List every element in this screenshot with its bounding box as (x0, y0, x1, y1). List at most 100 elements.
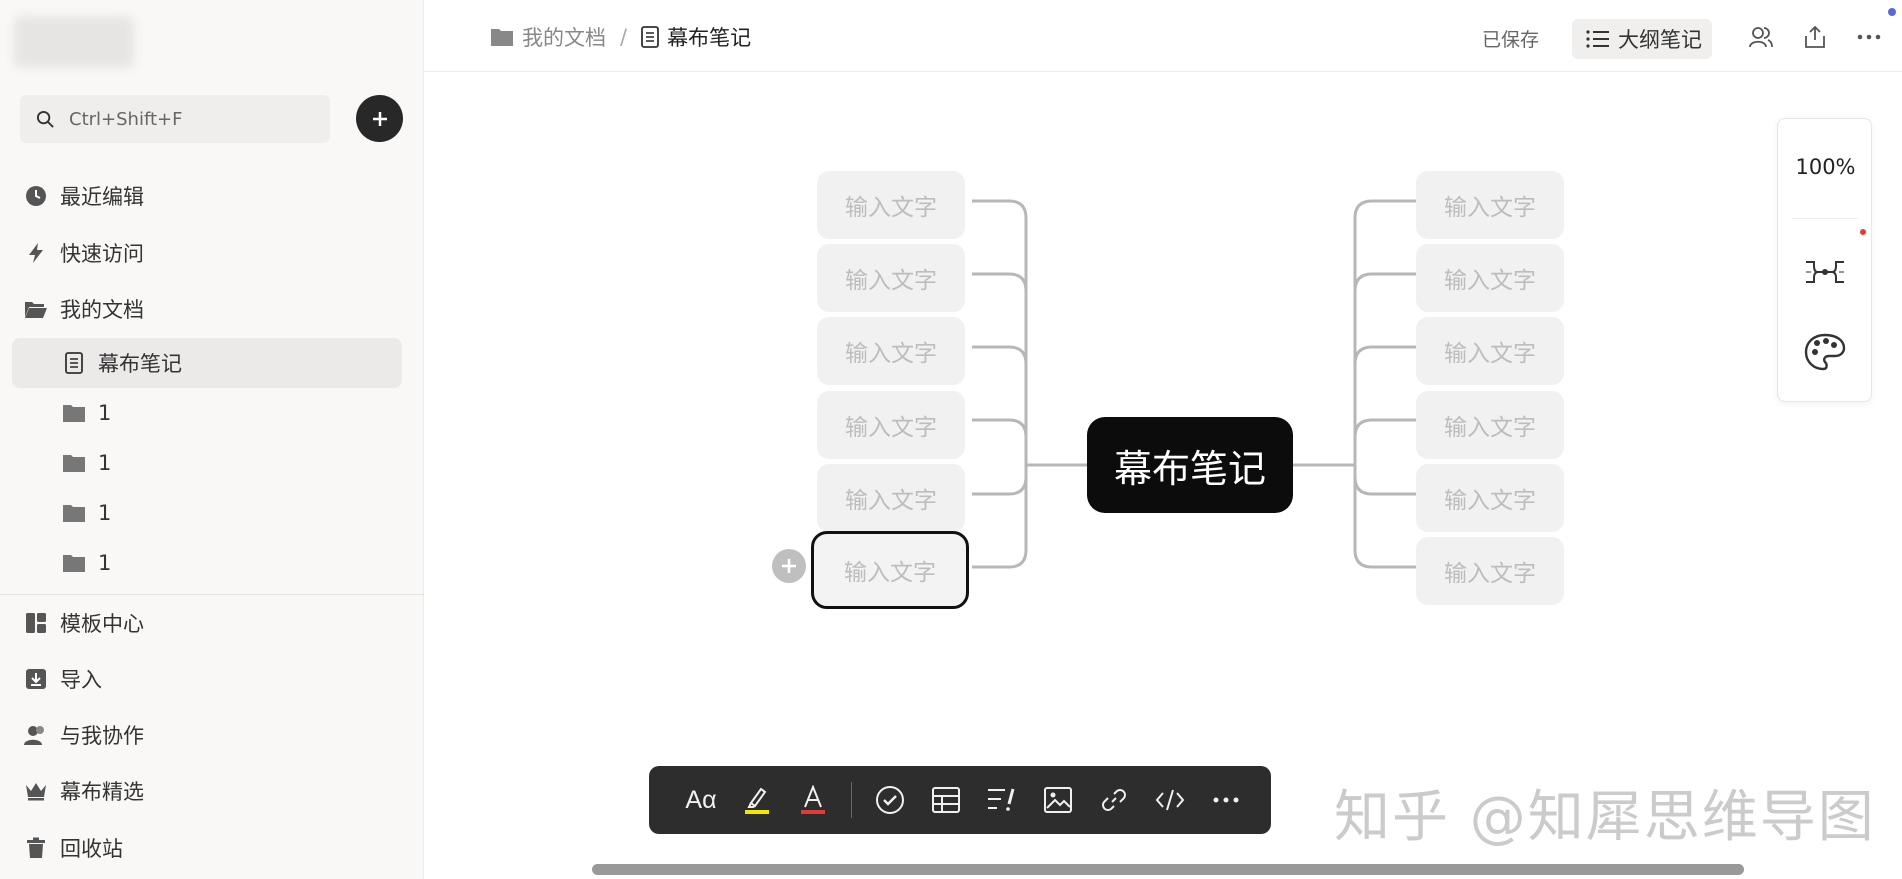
more-icon (1857, 34, 1881, 40)
sidebar-item-folder[interactable]: 1 (12, 488, 402, 538)
mindmap-structure-icon (1806, 261, 1844, 283)
sidebar-item-folder[interactable]: 1 (12, 388, 402, 438)
search-input[interactable]: Ctrl+Shift+F (20, 95, 330, 143)
structure-button[interactable] (1802, 249, 1848, 295)
text-color-button[interactable] (785, 766, 841, 834)
notification-dot (1888, 8, 1896, 16)
app-window: Ctrl+Shift+F 最近编辑 快速访问 我的文档 幕布笔记 1 1 1 1… (0, 0, 1902, 879)
view-panel: 100% (1777, 118, 1872, 402)
sidebar-item-label: 我的文档 (60, 298, 144, 322)
mindmap-node[interactable]: 输入文字 (1416, 464, 1564, 532)
sidebar-item-label: 幕布笔记 (98, 352, 182, 376)
folder-open-icon (24, 297, 48, 321)
mindmap-node[interactable]: 输入文字 (1416, 244, 1564, 312)
plus-icon (782, 559, 796, 573)
sidebar-item-import[interactable]: 导入 (12, 654, 402, 704)
users-icon (24, 723, 48, 747)
mindmap-canvas[interactable]: 幕布笔记 输入文字 输入文字 输入文字 输入文字 输入文字 输入文字 输入文字 … (424, 73, 1902, 879)
sidebar-item-recent[interactable]: 最近编辑 (12, 171, 402, 221)
mindmap-node[interactable]: 输入文字 (1416, 317, 1564, 385)
font-style-button[interactable]: Aα (673, 766, 729, 834)
sidebar-item-trash[interactable]: 回收站 (12, 823, 402, 873)
checkbox-icon (876, 786, 904, 814)
folder-icon (62, 401, 86, 425)
more-format-button[interactable] (1198, 766, 1254, 834)
breadcrumb: 我的文档 / 幕布笔记 (490, 22, 751, 52)
folder-icon (62, 551, 86, 575)
account-avatar[interactable] (14, 16, 134, 68)
sidebar-item-folder[interactable]: 1 (12, 538, 402, 588)
more-menu-button[interactable] (1856, 24, 1882, 50)
image-button[interactable] (1030, 766, 1086, 834)
sidebar-item-collaborate[interactable]: 与我协作 (12, 710, 402, 760)
code-button[interactable] (1142, 766, 1198, 834)
link-icon (1102, 789, 1126, 811)
sidebar-item-label: 导入 (60, 668, 102, 692)
sidebar: Ctrl+Shift+F 最近编辑 快速访问 我的文档 幕布笔记 1 1 1 1… (0, 0, 424, 879)
horizontal-scrollbar[interactable] (592, 864, 1744, 875)
mindmap-node[interactable]: 输入文字 (817, 391, 965, 459)
more-icon (1213, 797, 1239, 803)
sidebar-item-quick-access[interactable]: 快速访问 (12, 228, 402, 278)
important-icon (988, 788, 1015, 811)
outline-view-button[interactable]: 大纲笔记 (1572, 19, 1712, 59)
text-color-icon (801, 785, 825, 814)
table-icon (932, 787, 960, 813)
search-icon (36, 110, 54, 128)
sidebar-item-label: 最近编辑 (60, 185, 144, 209)
outline-button-label: 大纲笔记 (1618, 28, 1702, 52)
sidebar-item-folder[interactable]: 1 (12, 438, 402, 488)
folder-icon (62, 451, 86, 475)
plus-icon (372, 111, 387, 126)
document-icon (641, 26, 659, 48)
sidebar-item-featured[interactable]: 幕布精选 (12, 766, 402, 816)
table-button[interactable] (918, 766, 974, 834)
collaborate-button[interactable] (1748, 24, 1774, 50)
theme-button[interactable] (1802, 329, 1848, 375)
code-icon (1155, 789, 1185, 811)
mindmap-node[interactable]: 输入文字 (817, 244, 965, 312)
document-icon (62, 351, 86, 375)
breadcrumb-parent-label: 我的文档 (522, 26, 606, 50)
mindmap-node[interactable]: 输入文字 (1416, 537, 1564, 605)
add-button[interactable] (356, 95, 403, 142)
important-button[interactable] (974, 766, 1030, 834)
mindmap-node[interactable]: 输入文字 (1416, 171, 1564, 239)
mindmap-node[interactable]: 输入文字 (817, 464, 965, 532)
mindmap-node[interactable]: 输入文字 (817, 171, 965, 239)
format-toolbar: Aα (649, 766, 1271, 834)
breadcrumb-separator: / (620, 25, 628, 49)
search-placeholder: Ctrl+Shift+F (69, 108, 183, 130)
breadcrumb-parent[interactable]: 我的文档 (490, 22, 606, 52)
mindmap-node[interactable]: 输入文字 (817, 317, 965, 385)
sidebar-item-label: 与我协作 (60, 724, 144, 748)
list-icon (1586, 30, 1609, 48)
highlight-button[interactable] (729, 766, 785, 834)
share-icon (1805, 25, 1825, 48)
mindmap-root-node[interactable]: 幕布笔记 (1087, 417, 1293, 513)
mindmap-node[interactable]: 输入文字 (1416, 391, 1564, 459)
trash-icon (24, 836, 48, 860)
sidebar-item-label: 1 (98, 501, 112, 525)
sidebar-item-document[interactable]: 幕布笔记 (12, 338, 402, 388)
folder-icon (491, 29, 513, 46)
panel-divider (1792, 218, 1858, 219)
clock-icon (24, 184, 48, 208)
link-button[interactable] (1086, 766, 1142, 834)
sidebar-item-label: 1 (98, 451, 112, 475)
zoom-level[interactable]: 100% (1778, 155, 1873, 179)
top-bar: 我的文档 / 幕布笔记 已保存 大纲笔记 (424, 0, 1902, 72)
share-button[interactable] (1802, 24, 1828, 50)
crown-icon (24, 779, 48, 803)
sidebar-item-templates[interactable]: 模板中心 (12, 598, 402, 648)
checkbox-button[interactable] (862, 766, 918, 834)
breadcrumb-current: 幕布笔记 (641, 22, 751, 52)
watermark: 知乎 @知犀思维导图 (1334, 785, 1876, 850)
mindmap-node-selected[interactable]: 输入文字 (811, 531, 969, 609)
palette-icon (1804, 333, 1846, 371)
sidebar-item-label: 1 (98, 551, 112, 575)
sidebar-item-my-docs[interactable]: 我的文档 (12, 284, 402, 334)
add-node-button[interactable] (772, 549, 806, 583)
sidebar-item-label: 回收站 (60, 837, 123, 861)
image-icon (1044, 787, 1072, 813)
